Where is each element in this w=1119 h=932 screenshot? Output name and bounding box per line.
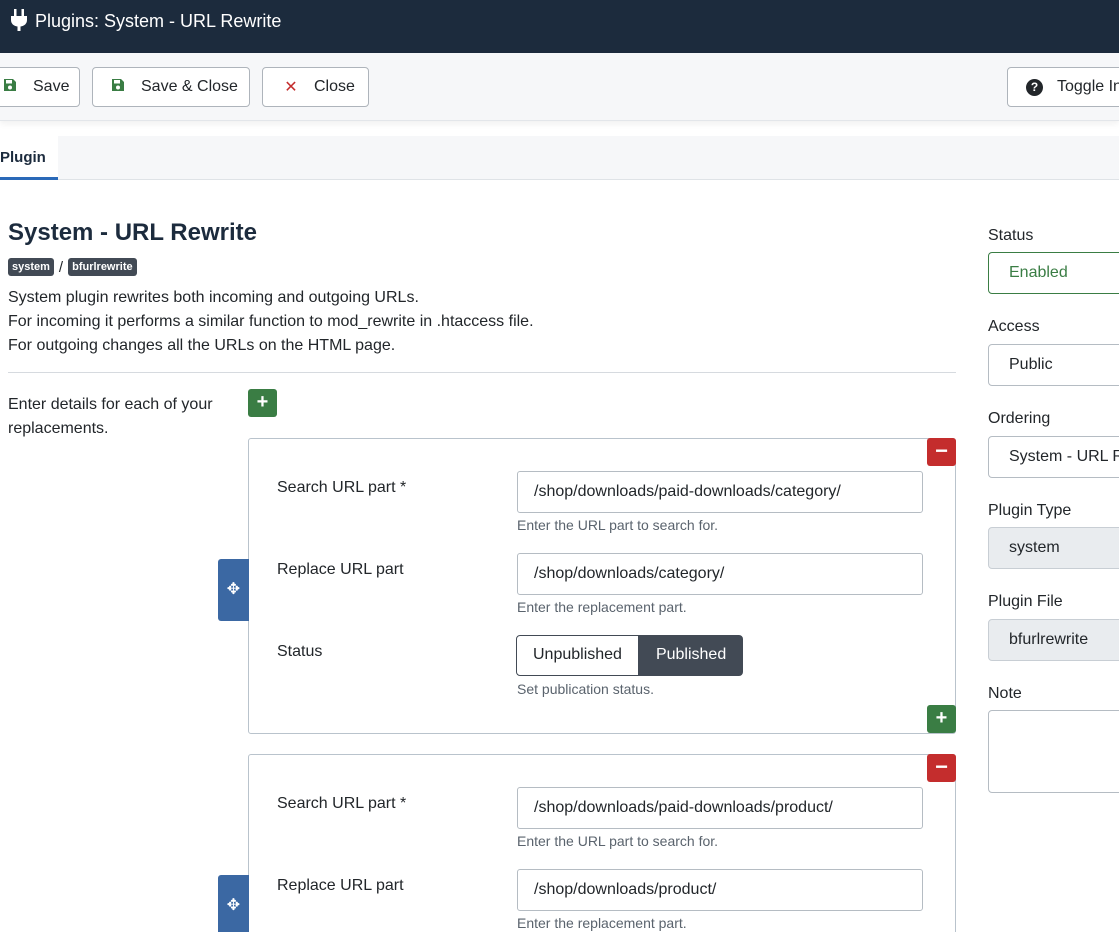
add-row-button[interactable]: + — [248, 389, 277, 417]
badge-separator: / — [58, 258, 64, 276]
folder-badge: system — [8, 258, 54, 276]
remove-row-button[interactable]: − — [927, 438, 956, 466]
close-button[interactable]: ✕ Close — [262, 67, 369, 107]
move-arrows-icon: ✥ — [226, 897, 241, 914]
description-line: For outgoing changes all the URLs on the… — [8, 337, 396, 354]
replace-url-label: Replace URL part — [277, 877, 404, 894]
floppy-disk-icon — [109, 78, 127, 97]
plugin-heading: System - URL Rewrite — [8, 219, 257, 246]
tab-bar: Plugin — [0, 136, 1119, 180]
minus-icon: − — [935, 754, 948, 779]
divider — [8, 372, 956, 373]
note-label: Note — [988, 685, 1022, 702]
search-url-help: Enter the URL part to search for. — [517, 833, 719, 849]
save-close-label: Save & Close — [141, 78, 238, 95]
replace-url-label: Replace URL part — [277, 561, 404, 578]
search-url-label: Search URL part * — [277, 795, 407, 812]
plug-icon — [11, 9, 27, 31]
replace-url-help: Enter the replacement part. — [517, 915, 687, 931]
question-circle-icon: ? — [1026, 78, 1043, 96]
minus-icon: − — [935, 438, 948, 463]
floppy-disk-icon — [1, 78, 19, 97]
status-label: Status — [988, 227, 1034, 244]
ordering-select[interactable]: System - URL Rewrite — [988, 436, 1119, 478]
toolbar: Save Save & Close ✕ Close ? Toggle In — [0, 53, 1119, 121]
status-select[interactable]: Enabled — [988, 252, 1119, 294]
page-title: Plugins: System - URL Rewrite — [35, 11, 282, 31]
plugin-type-field: system — [988, 527, 1119, 569]
add-row-after-button[interactable]: + — [927, 705, 956, 733]
remove-row-button[interactable]: − — [927, 754, 956, 782]
status-published-option[interactable]: Published — [638, 635, 744, 676]
replace-url-input[interactable]: /shop/downloads/product/ — [517, 869, 923, 911]
tab-plugin[interactable]: Plugin — [0, 136, 58, 180]
plugin-badges: system / bfurlrewrite — [8, 258, 137, 276]
element-badge: bfurlrewrite — [68, 258, 137, 276]
move-arrows-icon: ✥ — [226, 581, 241, 598]
save-close-button[interactable]: Save & Close — [92, 67, 250, 107]
search-url-input[interactable]: /shop/downloads/paid-downloads/category/ — [517, 471, 923, 513]
close-icon: ✕ — [284, 79, 298, 96]
move-row-handle[interactable]: ✥ — [218, 559, 249, 621]
search-url-input[interactable]: /shop/downloads/paid-downloads/product/ — [517, 787, 923, 829]
toggle-inline-help-button[interactable]: ? Toggle In — [1007, 67, 1119, 107]
save-label: Save — [33, 78, 70, 95]
status-help: Set publication status. — [517, 681, 654, 697]
toggle-label: Toggle In — [1057, 78, 1119, 95]
search-url-help: Enter the URL part to search for. — [517, 517, 719, 533]
plugin-file-field: bfurlrewrite — [988, 619, 1119, 661]
close-label: Close — [314, 78, 355, 95]
plugin-file-label: Plugin File — [988, 593, 1063, 610]
replace-url-help: Enter the replacement part. — [517, 599, 687, 615]
plus-icon: + — [256, 391, 269, 413]
plugin-type-label: Plugin Type — [988, 502, 1072, 519]
search-url-label: Search URL part * — [277, 479, 407, 496]
plugin-description: System plugin rewrites both incoming and… — [8, 286, 534, 358]
replacements-label: Enter details for each of your replaceme… — [8, 396, 213, 437]
status-unpublished-option[interactable]: Unpublished — [516, 635, 639, 676]
replace-url-input[interactable]: /shop/downloads/category/ — [517, 553, 923, 595]
description-line: For incoming it performs a similar funct… — [8, 313, 534, 330]
status-switcher: Unpublished Published — [516, 635, 744, 676]
row-status-label: Status — [277, 643, 323, 660]
access-select[interactable]: Public — [988, 344, 1119, 386]
save-button[interactable]: Save — [0, 67, 80, 107]
note-textarea[interactable] — [988, 710, 1119, 793]
description-line: System plugin rewrites both incoming and… — [8, 289, 419, 306]
move-row-handle[interactable]: ✥ — [218, 875, 249, 932]
plus-icon: + — [935, 707, 948, 729]
access-label: Access — [988, 318, 1040, 335]
app-header: Plugins: System - URL Rewrite — [0, 0, 1119, 53]
ordering-label: Ordering — [988, 410, 1051, 427]
